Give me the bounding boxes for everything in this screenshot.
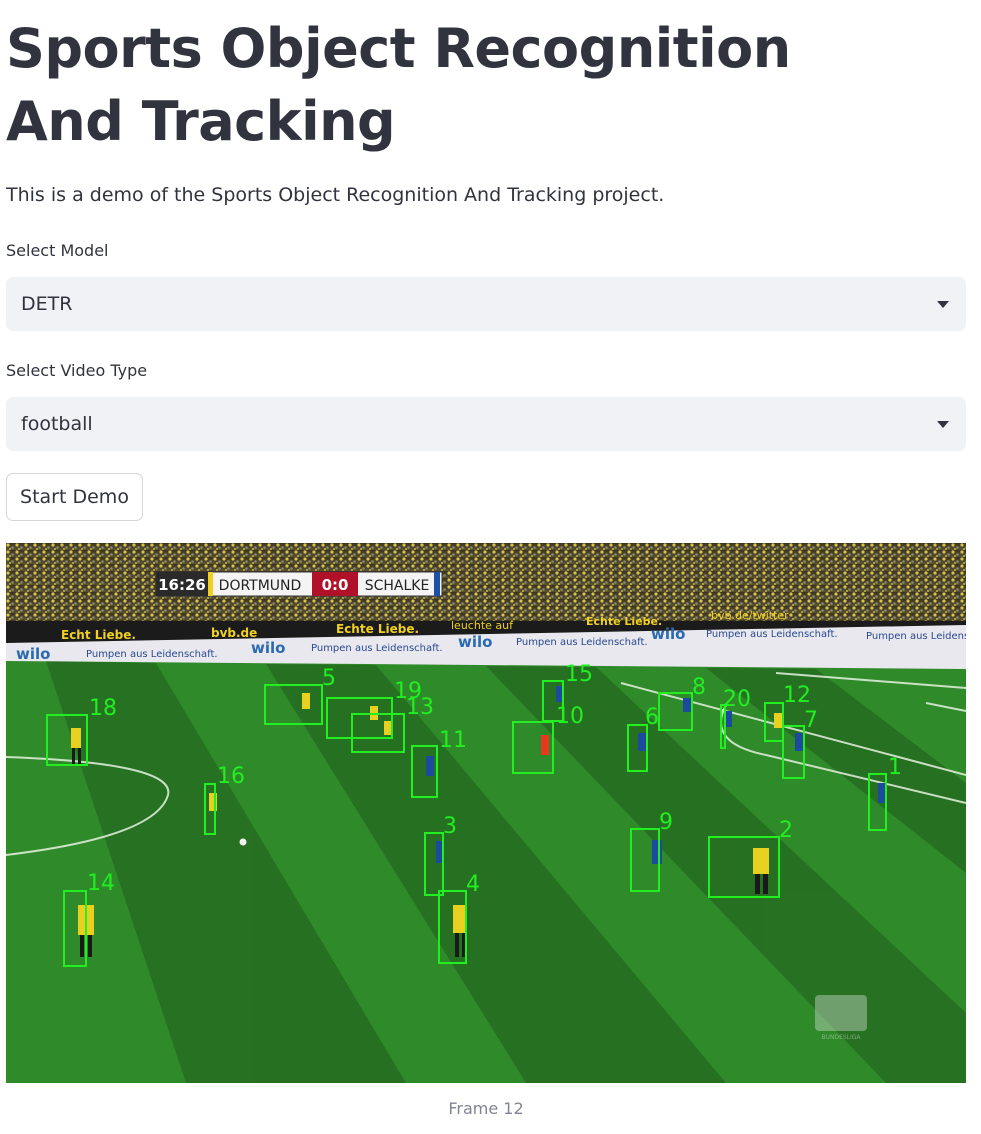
- ad-text: Echt Liebe.: [61, 628, 136, 642]
- scoreboard-score: 0:0: [322, 576, 349, 594]
- track-id-label: 2: [779, 818, 793, 843]
- ad-text: wilo: [16, 645, 50, 663]
- track-id-label: 14: [87, 871, 115, 896]
- ad-text: Echte Liebe.: [336, 622, 419, 636]
- ad-text: Pumpen aus Leidenschaft.: [866, 631, 966, 642]
- start-demo-button[interactable]: Start Demo: [6, 473, 143, 521]
- track-id-label: 20: [723, 687, 751, 712]
- bundesliga-watermark: BUNDESLIGA: [815, 995, 867, 1041]
- track-id-label: 15: [565, 662, 593, 687]
- track-id-label: 3: [443, 814, 457, 839]
- watermark-text: BUNDESLIGA: [821, 1034, 861, 1041]
- ad-text: wilo: [458, 633, 492, 651]
- video-type-select[interactable]: football: [6, 397, 966, 451]
- track-id-label: 12: [783, 683, 811, 708]
- track-id-label: 5: [322, 666, 336, 691]
- ad-text: wilo: [251, 639, 285, 657]
- model-select[interactable]: DETR: [6, 277, 966, 331]
- scoreboard-time: 16:26: [158, 576, 206, 594]
- frame-caption: Frame 12: [448, 1099, 524, 1118]
- ad-text: Pumpen aus Leidenschaft.: [516, 637, 648, 648]
- page-description: This is a demo of the Sports Object Reco…: [6, 184, 665, 206]
- video-frame: Echt Liebe. bvb.de Echte Liebe. leuchte …: [6, 543, 966, 1083]
- chevron-down-icon: [937, 301, 949, 308]
- ad-text: Pumpen aus Leidenschaft.: [86, 649, 218, 660]
- scoreboard: 16:26 DORTMUND 0:0 SCHALKE: [155, 571, 443, 597]
- ad-text: Pumpen aus Leidenschaft.: [706, 629, 838, 640]
- ad-text: bvb.de: [211, 626, 257, 640]
- track-id-label: 9: [659, 810, 673, 835]
- chevron-down-icon: [937, 421, 949, 428]
- page-title: Sports Object Recognition And Tracking: [6, 17, 791, 153]
- track-id-label: 10: [556, 704, 584, 729]
- track-id-label: 16: [217, 764, 245, 789]
- scoreboard-away: SCHALKE: [365, 578, 430, 594]
- track-id-label: 4: [466, 872, 480, 897]
- track-id-label: 7: [804, 708, 818, 733]
- track-id-label: 6: [645, 705, 659, 730]
- model-select-value: DETR: [21, 293, 73, 315]
- ad-text: leuchte auf: [451, 619, 514, 632]
- track-id-label: 1: [888, 755, 902, 780]
- track-id-label: 11: [439, 728, 467, 753]
- video-type-select-label: Select Video Type: [6, 361, 148, 380]
- track-id-label: 13: [406, 695, 434, 720]
- track-id-label: 8: [692, 675, 706, 700]
- scoreboard-home: DORTMUND: [219, 578, 302, 594]
- video-type-select-value: football: [21, 413, 93, 435]
- ad-text: bvb.de/twitter: [711, 609, 789, 622]
- model-select-label: Select Model: [6, 241, 109, 260]
- ad-text: Pumpen aus Leidenschaft.: [311, 643, 443, 654]
- ad-text: wilo: [651, 625, 685, 643]
- track-id-label: 18: [89, 696, 117, 721]
